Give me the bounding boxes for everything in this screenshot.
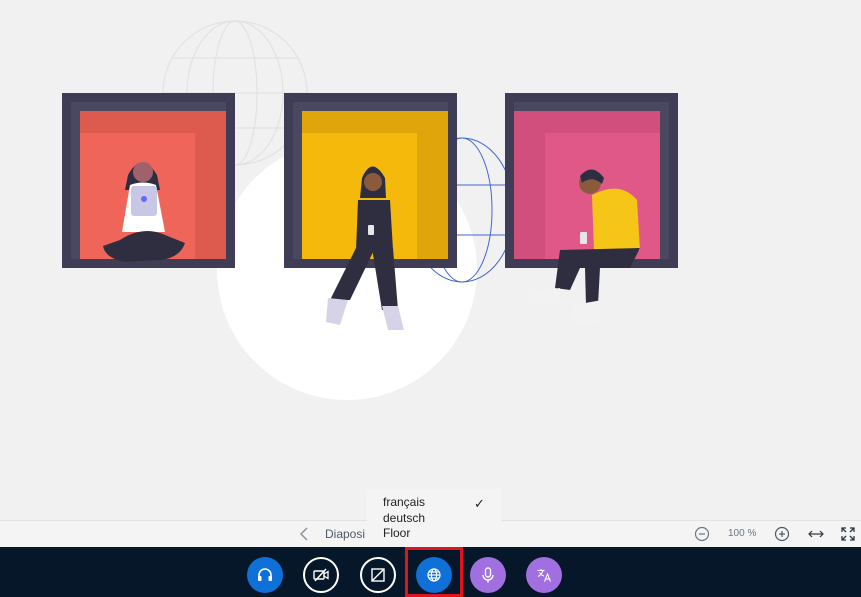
minus-circle-icon bbox=[694, 526, 710, 542]
globe-icon bbox=[427, 568, 441, 582]
fullscreen-icon bbox=[841, 527, 855, 541]
audio-button[interactable] bbox=[247, 557, 283, 593]
zoom-level: 100 % bbox=[728, 528, 757, 539]
translate-icon bbox=[537, 569, 552, 582]
presentation-slide bbox=[0, 0, 861, 520]
slide-illustration bbox=[62, 20, 678, 400]
action-bar bbox=[0, 547, 861, 597]
arrows-horizontal-icon bbox=[808, 530, 824, 538]
language-menu: français ✓ deutsch Floor bbox=[367, 489, 501, 545]
conference-window: Diaposi 100 % français ✓ deutsch Floor bbox=[0, 0, 861, 597]
screen-share-off-icon bbox=[371, 568, 385, 582]
zoom-in-button[interactable] bbox=[774, 526, 790, 542]
plus-circle-icon bbox=[774, 526, 790, 542]
selected-checkmark-icon: ✓ bbox=[474, 496, 485, 511]
zoom-out-button[interactable] bbox=[694, 526, 710, 542]
previous-slide-button[interactable] bbox=[296, 525, 312, 543]
headphones-icon bbox=[258, 568, 272, 581]
language-option-francais[interactable]: français bbox=[383, 495, 425, 510]
microphone-button[interactable] bbox=[470, 557, 506, 593]
fullscreen-button[interactable] bbox=[840, 526, 856, 542]
video-off-icon bbox=[313, 568, 329, 582]
fit-to-width-button[interactable] bbox=[807, 527, 825, 541]
chevron-left-icon bbox=[299, 527, 308, 541]
language-option-deutsch[interactable]: deutsch bbox=[383, 511, 425, 526]
translate-button[interactable] bbox=[526, 557, 562, 593]
camera-button[interactable] bbox=[303, 557, 339, 593]
microphone-icon bbox=[482, 567, 494, 583]
interpretation-button[interactable] bbox=[416, 557, 452, 593]
screen-share-button[interactable] bbox=[360, 557, 396, 593]
slide-select-label[interactable]: Diaposi bbox=[325, 527, 365, 541]
language-option-floor[interactable]: Floor bbox=[383, 526, 410, 541]
